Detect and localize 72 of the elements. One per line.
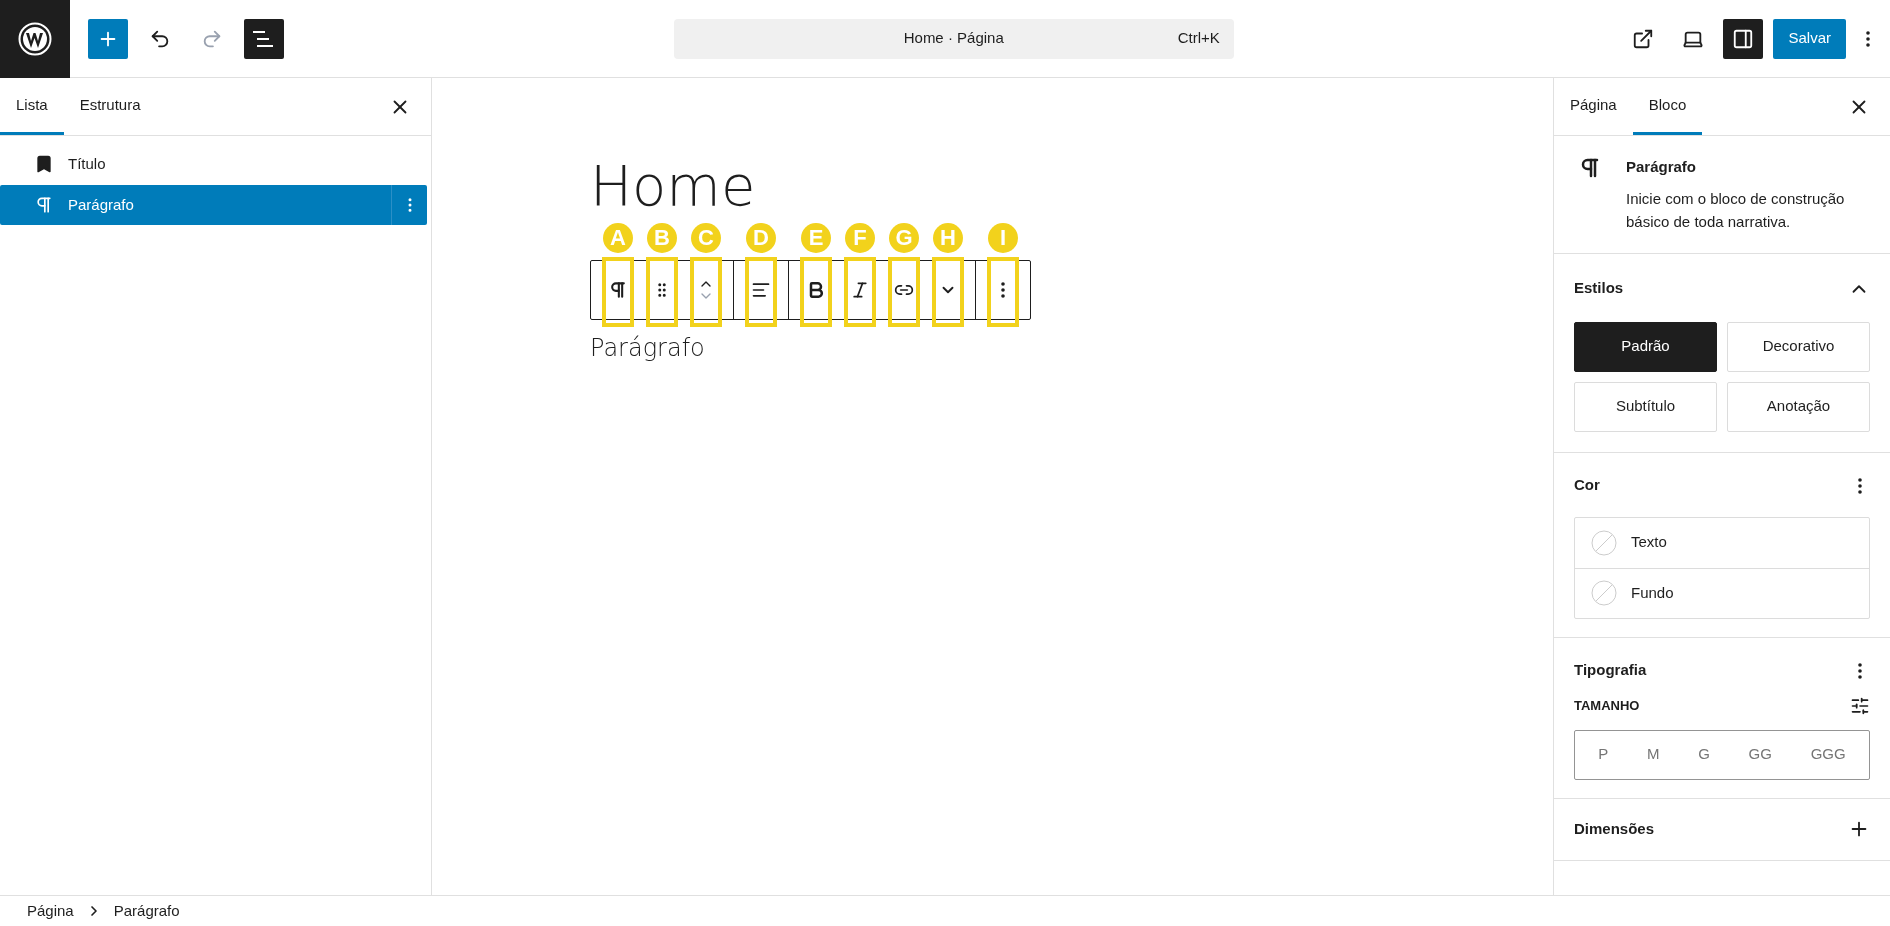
paragraph-icon — [34, 195, 54, 215]
panel-tab[interactable]: Bloco — [1632, 78, 1703, 135]
breadcrumb-link[interactable]: Página — [27, 899, 74, 923]
list-view-button[interactable] — [244, 18, 284, 59]
list-item[interactable]: Parágrafo — [0, 185, 427, 225]
field-label: TAMANHO — [1574, 696, 1640, 715]
highlight-frame — [602, 257, 634, 327]
sliders-icon — [1850, 695, 1870, 716]
callout-badge: H — [933, 223, 963, 253]
list-item-label: Parágrafo — [68, 194, 135, 215]
command-bar[interactable]: Home · Página Ctrl+K — [673, 18, 1234, 59]
size-option[interactable]: GG — [1742, 743, 1778, 766]
callout-badge: I — [988, 223, 1018, 253]
highlight-frame — [932, 257, 964, 327]
size-option[interactable]: M — [1641, 743, 1666, 766]
section-title: Tipografia — [1574, 660, 1647, 681]
highlight-frame — [745, 257, 777, 327]
highlight-frame — [800, 257, 832, 327]
paragraph-text: Parágrafo — [590, 333, 705, 364]
callout-badge: A — [603, 223, 633, 253]
highlight-frame — [844, 257, 876, 327]
callout-badge: C — [691, 223, 721, 253]
section-title: Estilos — [1574, 278, 1624, 299]
highlight-frame — [987, 257, 1019, 327]
italic-icon — [850, 280, 870, 300]
site-logo-button[interactable] — [0, 0, 70, 78]
save-button[interactable]: Salvar — [1773, 18, 1846, 59]
more-options-icon — [1001, 282, 1005, 298]
style-option[interactable]: Padrão — [1574, 321, 1717, 372]
breadcrumb-link[interactable]: Parágrafo — [113, 899, 180, 923]
block-title: Parágrafo — [1626, 157, 1698, 177]
highlight-frame — [690, 257, 722, 327]
list-item[interactable]: Título — [0, 144, 427, 184]
highlight-frame — [646, 257, 678, 327]
section-title: Cor — [1574, 475, 1600, 496]
keyboard-shortcut: Ctrl+K — [1177, 28, 1220, 49]
bookmark-icon — [34, 154, 54, 174]
block-description: Inicie com o bloco de construção básico de toda narrativa. — [1626, 188, 1846, 232]
color-item[interactable]: Fundo — [1575, 567, 1869, 618]
highlight-frame — [888, 257, 920, 327]
align-icon — [751, 280, 771, 300]
empty-swatch-icon — [1591, 529, 1617, 556]
color-item[interactable]: Texto — [1575, 517, 1869, 568]
size-option[interactable]: GGG — [1804, 743, 1852, 766]
style-option[interactable]: Anotação — [1727, 381, 1870, 432]
sidebar-icon — [1732, 27, 1755, 50]
callout-badge: D — [746, 223, 776, 253]
style-option[interactable]: Decorativo — [1727, 321, 1870, 372]
panel-tab[interactable]: Estrutura — [63, 78, 157, 135]
list-view-icon — [253, 29, 275, 48]
custom-size-button[interactable] — [1850, 695, 1870, 716]
section-title: Dimensões — [1574, 818, 1655, 839]
page-title: Home — [590, 154, 757, 218]
paragraph-icon — [608, 280, 628, 300]
empty-swatch-icon — [1591, 580, 1617, 606]
callout-badge: F — [845, 223, 875, 253]
add-block-button[interactable] — [88, 18, 128, 59]
settings-toggle-button[interactable] — [1723, 18, 1764, 59]
panel-tab[interactable]: Lista — [0, 78, 64, 135]
size-option[interactable]: G — [1692, 743, 1716, 766]
more-options-icon — [1858, 477, 1862, 494]
size-option[interactable]: P — [1592, 743, 1615, 766]
callout-badge: B — [647, 223, 677, 253]
callout-badge: G — [889, 223, 919, 253]
more-options-icon — [1858, 662, 1862, 679]
external-link-icon — [1632, 27, 1655, 50]
panel-tab[interactable]: Página — [1554, 78, 1633, 135]
more-options-icon — [1866, 30, 1870, 47]
style-option[interactable]: Subtítulo — [1574, 381, 1717, 432]
list-item-label: Título — [68, 153, 107, 174]
wordpress-logo-icon — [18, 21, 52, 56]
callout-badge: E — [801, 223, 831, 253]
